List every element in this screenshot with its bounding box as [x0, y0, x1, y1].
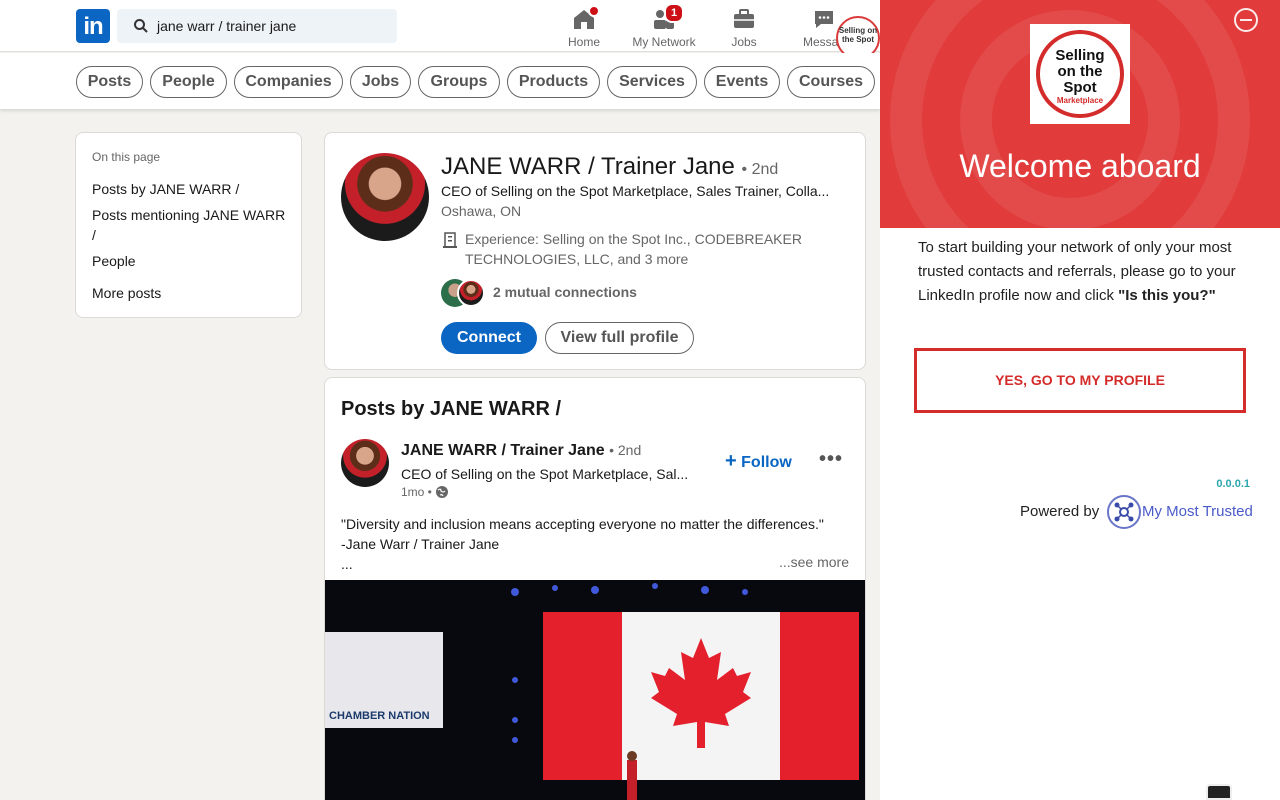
minimize-icon[interactable]: [1234, 8, 1258, 32]
briefcase-icon: [732, 7, 756, 31]
network-nodes-icon: [1114, 502, 1134, 522]
on-this-page-sidebar: On this page Posts by JANE WARR / Posts …: [75, 132, 302, 318]
brand-text: Selling: [1055, 47, 1105, 64]
post-time: 1mo •: [401, 485, 449, 499]
more-options-icon[interactable]: •••: [819, 448, 843, 471]
chamber-nation-sign: CHAMBER NATION: [329, 710, 430, 722]
follow-label: Follow: [741, 454, 792, 471]
selling-on-the-spot-extension-panel: Selling on the Spot Marketplace Welcome …: [880, 0, 1280, 800]
profile-name[interactable]: JANE WARR / Trainer Jane • 2nd: [441, 153, 778, 181]
plus-icon: +: [725, 450, 737, 472]
my-most-trusted-link[interactable]: My Most Trusted: [1142, 503, 1253, 520]
connect-button[interactable]: Connect: [441, 322, 537, 354]
selling-on-the-spot-logo: Selling on the Spot Marketplace: [1030, 24, 1130, 124]
filter-jobs[interactable]: Jobs: [350, 66, 411, 98]
brand-text: on the: [1057, 63, 1103, 80]
search-filter-bar: Posts People Companies Jobs Groups Produ…: [0, 53, 880, 109]
filter-people[interactable]: People: [150, 66, 227, 98]
search-icon: [134, 19, 148, 33]
nav-jobs-label: Jobs: [731, 35, 757, 49]
post-image[interactable]: CHAMBER NATION: [325, 580, 865, 800]
filter-groups[interactable]: Groups: [418, 66, 500, 98]
mutual-connections-link[interactable]: 2 mutual connections: [493, 284, 637, 300]
post-author-name[interactable]: JANE WARR / Trainer Jane • 2nd: [401, 442, 641, 460]
extension-chip-icon[interactable]: [1206, 784, 1232, 800]
follow-button[interactable]: + Follow: [725, 450, 792, 473]
nav-home[interactable]: Home: [544, 5, 624, 49]
filter-courses[interactable]: Courses: [787, 66, 875, 98]
nav-jobs[interactable]: Jobs: [704, 5, 784, 49]
network-icon: 1: [652, 3, 684, 31]
filter-companies[interactable]: Companies: [234, 66, 343, 98]
version-label: 0.0.0.1: [1216, 478, 1250, 490]
connection-degree: • 2nd: [741, 161, 779, 178]
brand-subtext: Marketplace: [1056, 96, 1104, 105]
filter-products[interactable]: Products: [507, 66, 600, 98]
post-author-text: JANE WARR / Trainer Jane: [401, 442, 605, 459]
brand-circle: Selling on the Spot Marketplace: [1036, 30, 1124, 118]
post-author-degree: • 2nd: [609, 442, 642, 458]
post-author-headline: CEO of Selling on the Spot Marketplace, …: [401, 466, 689, 482]
posts-card: Posts by JANE WARR / JANE WARR / Trainer…: [324, 377, 866, 800]
brand-text: Spot: [1063, 79, 1097, 96]
home-icon: [572, 5, 600, 31]
instructions-text: To start building your network of only y…: [918, 236, 1258, 308]
filter-posts[interactable]: Posts: [76, 66, 143, 98]
profile-name-text: JANE WARR / Trainer Jane: [441, 153, 735, 180]
nav-my-network[interactable]: 1 My Network: [624, 3, 704, 49]
globe-icon: [436, 486, 449, 498]
profile-location: Oshawa, ON: [441, 203, 522, 219]
extension-header: Selling on the Spot Marketplace Welcome …: [880, 0, 1280, 228]
sidebar-link-more-posts[interactable]: More posts: [92, 283, 292, 303]
powered-by-label: Powered by: [1020, 503, 1100, 520]
sidebar-title: On this page: [92, 150, 161, 164]
sidebar-link-posts-by[interactable]: Posts by JANE WARR /: [92, 179, 292, 199]
post-author-photo[interactable]: [341, 439, 389, 487]
stage-photo: [325, 580, 865, 800]
sidebar-link-people[interactable]: People: [92, 251, 292, 271]
linkedin-logo-icon[interactable]: in: [76, 9, 110, 43]
view-full-profile-button[interactable]: View full profile: [545, 322, 694, 354]
search-value: jane warr / trainer jane: [157, 18, 297, 34]
posts-heading: Posts by JANE WARR /: [341, 398, 562, 420]
experience-line-2: TECHNOLOGIES, LLC, and 3 more: [465, 251, 689, 267]
post-text-line: "Diversity and inclusion means accepting…: [341, 516, 824, 532]
nav-home-label: Home: [567, 35, 600, 49]
profile-result-card: JANE WARR / Trainer Jane • 2nd CEO of Se…: [324, 132, 866, 370]
experience-line-1: Experience: Selling on the Spot Inc., CO…: [465, 231, 802, 247]
profile-photo[interactable]: [341, 153, 429, 241]
profile-headline: CEO of Selling on the Spot Marketplace, …: [441, 183, 830, 199]
welcome-title: Welcome aboard: [959, 148, 1201, 184]
instructions-emphasis: "Is this you?": [1118, 287, 1216, 304]
network-badge: 1: [664, 3, 684, 23]
me-logo-text: Selling on the Spot: [838, 26, 878, 44]
top-navigation: in jane warr / trainer jane Home 1 My Ne…: [0, 0, 880, 52]
company-icon: [443, 232, 457, 248]
mutual-connection-avatar: [457, 279, 485, 307]
search-input[interactable]: jane warr / trainer jane: [117, 9, 397, 43]
filter-events[interactable]: Events: [704, 66, 780, 98]
post-text-line: -Jane Warr / Trainer Jane: [341, 536, 500, 552]
filter-services[interactable]: Services: [607, 66, 697, 98]
my-most-trusted-logo-icon: [1107, 495, 1141, 529]
post-time-text: 1mo •: [401, 485, 432, 499]
see-more-link[interactable]: ...see more: [779, 554, 849, 570]
messaging-icon: [812, 7, 836, 31]
nav-my-network-label: My Network: [632, 35, 696, 49]
go-to-my-profile-button[interactable]: YES, GO TO MY PROFILE: [914, 348, 1246, 413]
sidebar-link-posts-mentioning[interactable]: Posts mentioning JANE WARR /: [92, 205, 292, 245]
notification-dot: [588, 5, 600, 17]
